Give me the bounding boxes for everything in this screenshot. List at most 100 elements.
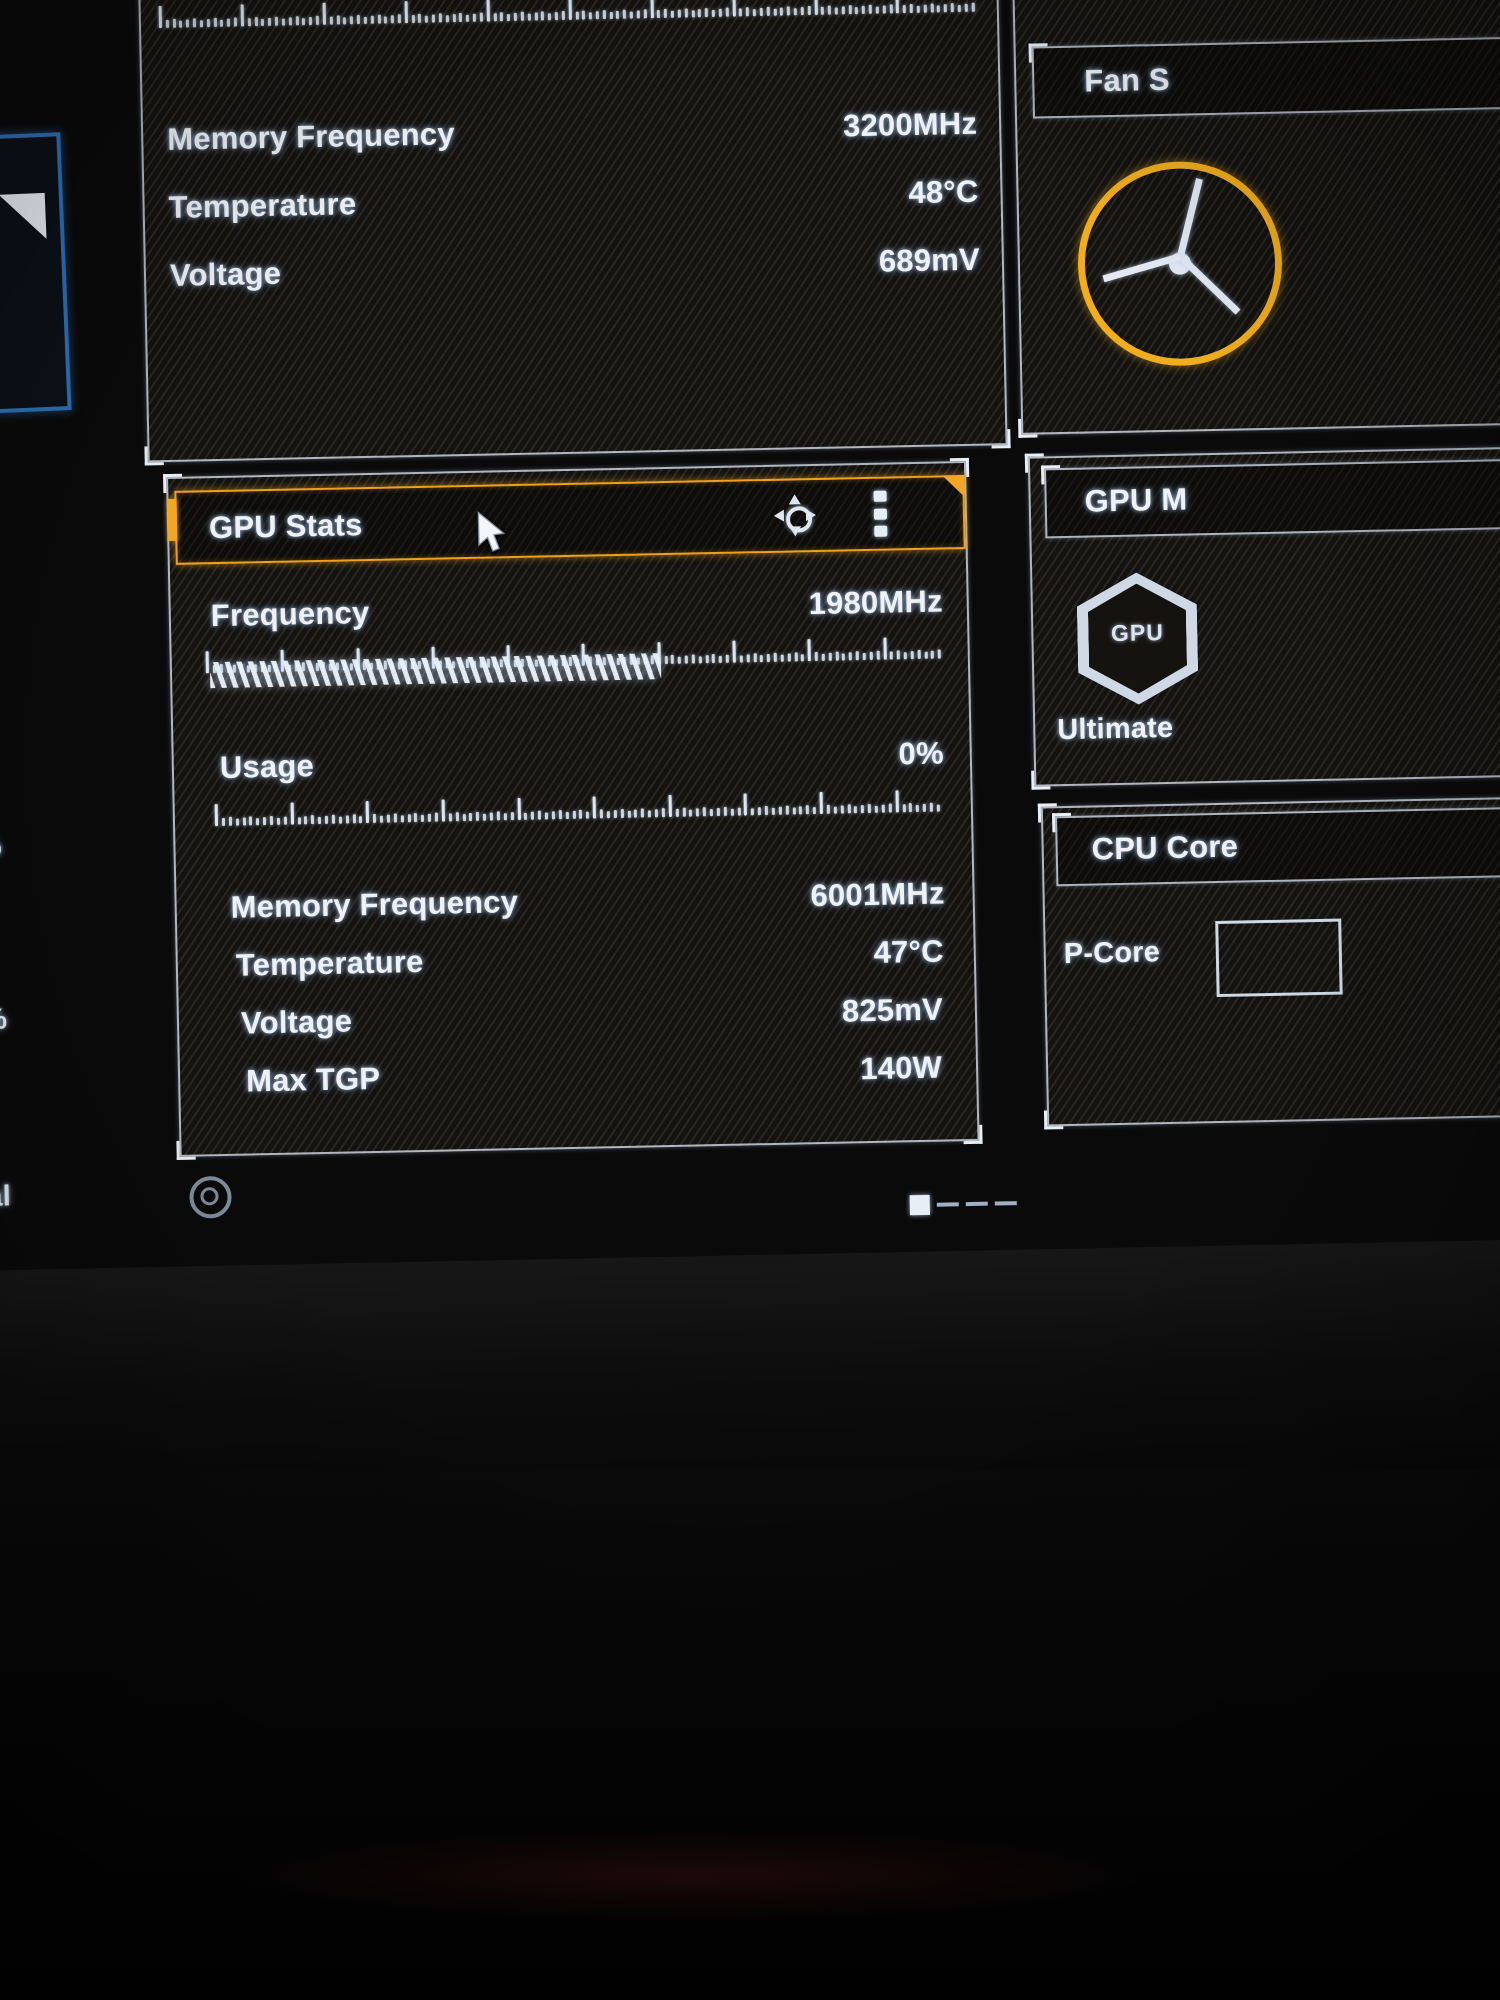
gauge-tick: [785, 805, 789, 815]
gauge-tick: [425, 15, 429, 23]
gauge-tick: [664, 655, 668, 665]
gauge-tick: [582, 10, 586, 20]
cpu-stat-value-0: 3200MHz: [842, 105, 978, 144]
gauge-tick: [937, 5, 941, 13]
move-four-arrows-icon[interactable]: [773, 494, 817, 537]
gauge-tick: [725, 654, 730, 663]
settings-ring-icon[interactable]: [189, 1175, 232, 1219]
gauge-tick: [847, 804, 851, 814]
gauge-tick: [496, 811, 500, 821]
left-edge-readout-1: 0%: [0, 1003, 8, 1037]
gauge-tick: [459, 12, 463, 23]
gauge-tick: [192, 18, 197, 28]
gauge-tick: [778, 806, 782, 815]
gauge-tick: [629, 11, 634, 19]
gauge-tick: [889, 4, 893, 14]
gauge-tick: [723, 806, 727, 816]
cpu-stat-row-0: Memory Frequency 3200MHz: [141, 103, 1002, 160]
gauge-tick: [840, 805, 844, 814]
gauge-tick: [568, 0, 572, 20]
slider-knob[interactable]: [909, 1194, 931, 1216]
cpu-core-header[interactable]: CPU Core: [1051, 805, 1500, 887]
gauge-tick: [654, 809, 658, 818]
gauge-tick: [661, 808, 665, 818]
gpu-stat-label-3: Max TGP: [245, 1060, 381, 1099]
gauge-tick: [324, 815, 329, 824]
gauge-tick: [486, 0, 490, 22]
gauge-tick: [890, 651, 894, 660]
gauge-tick: [732, 640, 736, 663]
corner-bracket-cc-bl: [1043, 1110, 1064, 1130]
gauge-tick: [759, 7, 763, 17]
gauge-tick: [205, 651, 210, 674]
gauge-tick: [814, 651, 818, 662]
gpu-mode-header[interactable]: GPU M: [1041, 457, 1500, 539]
left-partial-widget[interactable]: G / 2% z: [0, 132, 72, 418]
gauge-tick: [737, 807, 741, 816]
kebab-menu-icon[interactable]: [866, 490, 893, 537]
gauge-tick: [691, 10, 695, 18]
fan-speed-header[interactable]: Fan S: [1028, 36, 1500, 119]
gauge-tick: [338, 816, 342, 824]
p-core-value-box[interactable]: [1215, 918, 1343, 998]
gauge-tick: [868, 4, 873, 14]
gauge-tick: [819, 791, 823, 814]
gauge-tick: [793, 8, 797, 16]
gpu-stat-row-3: Max TGP 140W: [178, 1047, 979, 1103]
gauge-tick: [888, 803, 892, 813]
gauge-tick: [214, 804, 219, 827]
gauge-tick: [751, 808, 755, 816]
gauge-tick: [213, 17, 217, 27]
gauge-tick: [854, 806, 858, 814]
gauge-tick: [407, 814, 411, 823]
cpu-stats-widget[interactable]: Usage 2% Memory Frequency 3200MHz Temper…: [137, 0, 1011, 466]
gauge-tick: [233, 17, 238, 27]
gauge-tick: [702, 807, 707, 817]
gauge-tick: [227, 18, 231, 27]
gauge-tick: [712, 654, 716, 664]
gauge-tick: [544, 812, 549, 820]
gauge-tick: [365, 801, 370, 824]
gauge-tick: [240, 4, 244, 27]
cpu-core-widget[interactable]: CPU Core P-Core: [1037, 795, 1500, 1130]
gauge-tick: [764, 806, 768, 816]
cpu-usage-gauge: [158, 0, 979, 29]
gauge-tick: [551, 811, 555, 820]
gauge-tick: [849, 652, 853, 661]
corner-bracket-gm-tl: [1024, 453, 1045, 473]
gauge-tick: [746, 654, 750, 663]
gauge-tick: [595, 11, 599, 20]
gauge-tick: [929, 802, 933, 812]
gpu-stat-label-1: Temperature: [235, 943, 424, 983]
gpu-stats-widget[interactable]: GPU Stats Frequency 1980MHz Usage 0% Mem…: [162, 457, 983, 1160]
gauge-tick: [677, 656, 682, 664]
gpu-mode-widget[interactable]: GPU M GPU Ultimate: [1024, 445, 1500, 790]
gauge-tick: [572, 810, 576, 819]
gauge-tick: [476, 811, 480, 821]
gauge-tick: [311, 815, 315, 825]
gauge-tick: [705, 655, 709, 664]
fan-speed-widget[interactable]: Fan S: [1011, 0, 1500, 438]
gauge-tick: [295, 16, 299, 26]
gpu-stats-header[interactable]: GPU Stats: [167, 475, 966, 565]
gauge-tick: [462, 814, 466, 822]
gauge-tick: [807, 5, 811, 16]
gauge-tick: [842, 653, 846, 661]
gauge-tick: [397, 14, 401, 24]
gauge-tick: [336, 15, 340, 25]
panel-resize-slider[interactable]: [909, 1193, 1017, 1216]
gauge-tick: [448, 813, 452, 822]
gauge-tick: [862, 653, 866, 661]
gauge-tick: [835, 651, 839, 661]
cpu-stat-label-2: Voltage: [169, 255, 282, 293]
corner-bracket-bl-2: [176, 1140, 196, 1160]
gauge-tick: [691, 654, 695, 664]
gauge-tick: [828, 652, 832, 661]
slider-seg-2: [965, 1201, 988, 1207]
gauge-tick: [386, 814, 390, 823]
gauge-tick: [431, 14, 436, 23]
gauge-tick: [657, 10, 661, 19]
gauge-tick: [696, 808, 700, 817]
corner-bracket-fan-hdr: [1028, 43, 1048, 63]
cpu-core-title: CPU Core: [1091, 828, 1239, 867]
